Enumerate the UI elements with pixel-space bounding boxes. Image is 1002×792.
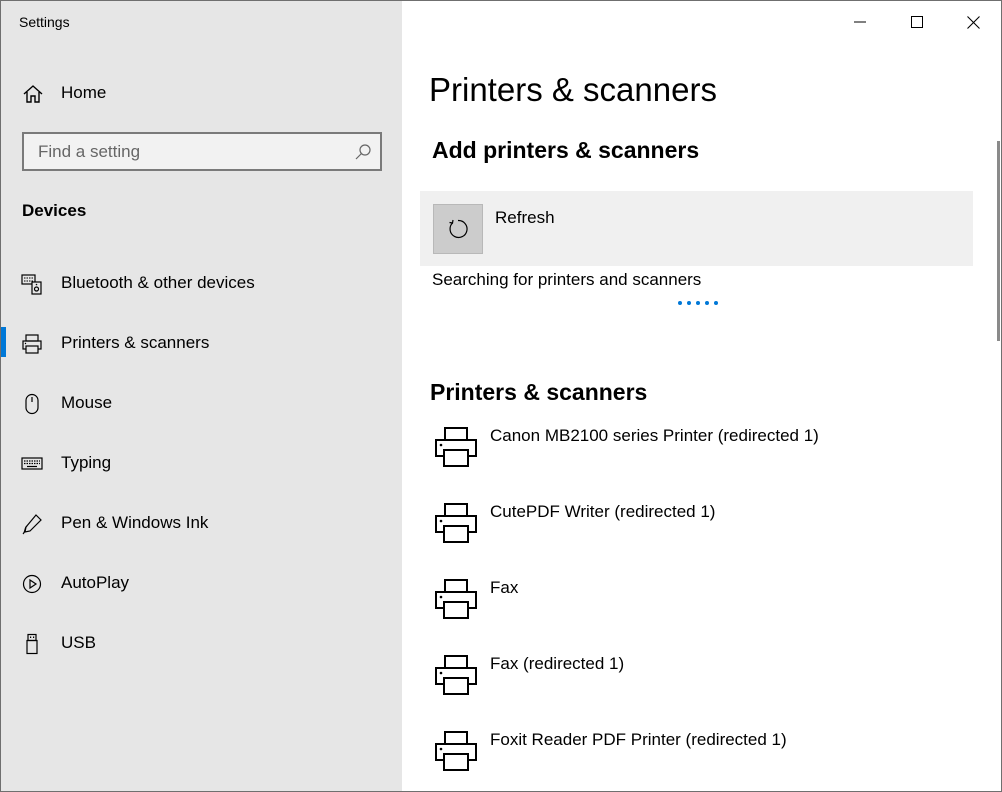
section-title-devices: Devices (22, 201, 87, 220)
sidebar-item-label: USB (61, 633, 96, 652)
close-icon (967, 15, 980, 29)
list-item[interactable]: Fax (420, 567, 980, 643)
sidebar: Settings Home Devices (1, 1, 402, 791)
close-button[interactable] (945, 1, 1001, 43)
printer-name: Fax (490, 578, 519, 597)
list-item[interactable]: Canon MB2100 series Printer (redirected … (420, 415, 980, 491)
keyboard-icon (21, 457, 43, 470)
progress-dot (696, 301, 700, 305)
printer-icon (435, 579, 477, 619)
list-item[interactable]: Fax (redirected 1) (420, 643, 980, 719)
sidebar-item-label: AutoPlay (61, 573, 130, 592)
bluetooth-devices-icon (21, 274, 42, 295)
page-title: Printers & scanners (429, 71, 717, 108)
printer-icon (435, 731, 477, 771)
sidebar-item-label: Mouse (61, 393, 113, 412)
home-icon (23, 85, 43, 103)
printer-icon (435, 503, 477, 543)
progress-dot (705, 301, 709, 305)
printer-icon (22, 334, 42, 354)
printer-name: Foxit Reader PDF Printer (redirected 1) (490, 730, 787, 749)
sidebar-item-mouse[interactable]: Mouse (1, 373, 402, 433)
printer-list: Canon MB2100 series Printer (redirected … (420, 415, 980, 791)
progress-indicator (678, 301, 718, 307)
printer-name: Fax (redirected 1) (490, 654, 625, 673)
refresh-icon-box (433, 204, 483, 254)
search-icon[interactable] (354, 143, 372, 161)
sidebar-item-usb[interactable]: USB (1, 613, 402, 673)
sidebar-item-autoplay[interactable]: AutoPlay (1, 553, 402, 613)
add-printers-heading: Add printers & scanners (432, 137, 700, 163)
search-input[interactable] (24, 134, 344, 169)
sidebar-item-bluetooth[interactable]: Bluetooth & other devices (1, 253, 402, 313)
sidebar-item-label: Typing (61, 453, 112, 472)
sidebar-item-typing[interactable]: Typing (1, 433, 402, 493)
app-title: Settings (19, 14, 70, 30)
printer-icon (435, 655, 477, 695)
sidebar-item-label: Pen & Windows Ink (61, 513, 209, 532)
search-status-text: Searching for printers and scanners (432, 270, 702, 289)
printer-icon (435, 427, 477, 467)
sidebar-item-label: Bluetooth & other devices (61, 273, 255, 292)
refresh-button[interactable]: Refresh (420, 191, 973, 266)
home-nav-item[interactable]: Home (1, 73, 402, 113)
printer-name: Canon MB2100 series Printer (redirected … (490, 426, 819, 445)
progress-dot (678, 301, 682, 305)
devices-nav-list: Bluetooth & other devices Printers & sca… (1, 253, 402, 673)
settings-window: Settings Home Devices (0, 0, 1002, 792)
printer-name: CutePDF Writer (redirected 1) (490, 502, 716, 521)
refresh-label: Refresh (495, 208, 555, 227)
usb-icon (26, 633, 38, 655)
mouse-icon (25, 393, 39, 415)
list-item[interactable]: Foxit Reader PDF Printer (redirected 1) (420, 719, 980, 791)
maximize-icon (910, 16, 923, 28)
progress-dot (714, 301, 718, 305)
minimize-icon (853, 21, 866, 23)
sidebar-item-printers[interactable]: Printers & scanners (1, 313, 402, 373)
scrollbar[interactable] (997, 141, 1000, 341)
list-item[interactable]: CutePDF Writer (redirected 1) (420, 491, 980, 567)
sidebar-item-pen[interactable]: Pen & Windows Ink (1, 493, 402, 553)
maximize-button[interactable] (888, 1, 945, 43)
search-box (22, 132, 382, 171)
pen-icon (22, 514, 42, 535)
progress-dot (687, 301, 691, 305)
refresh-icon (449, 219, 468, 239)
autoplay-icon (22, 574, 42, 594)
printers-list-heading: Printers & scanners (430, 379, 648, 405)
minimize-button[interactable] (831, 1, 888, 43)
home-label: Home (61, 83, 107, 102)
sidebar-item-label: Printers & scanners (61, 333, 210, 352)
